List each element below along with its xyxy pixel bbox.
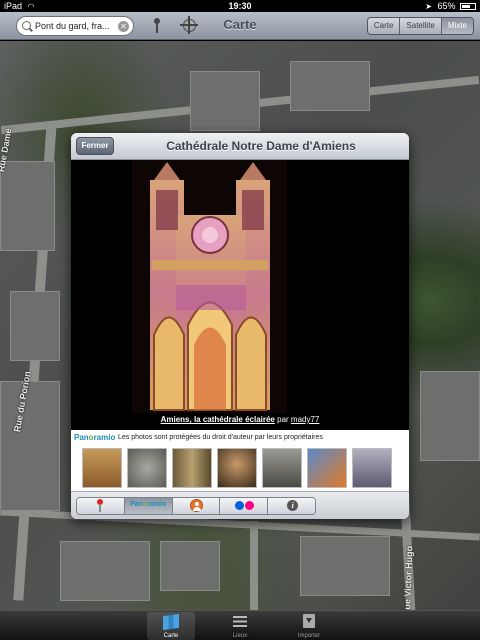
map-building xyxy=(10,291,60,361)
battery-icon xyxy=(460,3,476,11)
photo-thumbnail[interactable] xyxy=(172,448,212,488)
bottom-tab-bar: Carte Lieux Importer xyxy=(0,610,480,640)
map-building xyxy=(160,541,220,591)
tab-label: Importer xyxy=(297,633,321,639)
tab-flickr[interactable] xyxy=(220,498,269,514)
search-icon xyxy=(22,21,31,30)
cathedral-photo[interactable] xyxy=(132,160,287,413)
map-type-satellite[interactable]: Satellite xyxy=(400,18,442,34)
map-building xyxy=(0,381,60,511)
map-building xyxy=(290,61,370,111)
tab-panoramio[interactable]: Panoramio xyxy=(124,498,173,514)
clear-search-icon[interactable]: ✕ xyxy=(118,21,129,32)
person-icon xyxy=(189,499,203,512)
import-icon xyxy=(303,614,315,628)
tab-map-pin[interactable] xyxy=(77,498,125,514)
tab-person[interactable] xyxy=(172,498,221,514)
panoramio-notice: Panoramio Les photos sont protégées du d… xyxy=(71,430,409,445)
photo-thumbnail[interactable] xyxy=(217,448,257,488)
map-building xyxy=(0,161,55,251)
page-title: Carte xyxy=(223,17,257,32)
panoramio-logo[interactable]: Panoramio xyxy=(74,430,115,445)
map-building xyxy=(60,541,150,601)
list-icon xyxy=(233,616,247,627)
drop-pin-button[interactable] xyxy=(152,18,162,34)
popup-title: Cathédrale Notre Dame d'Amiens xyxy=(166,139,356,153)
flickr-icon xyxy=(235,501,255,511)
status-time: 19:30 xyxy=(228,1,252,11)
search-value: Pont du gard, fra... xyxy=(35,21,110,31)
tab-label: Lieux xyxy=(232,633,248,639)
photo-thumbnail[interactable] xyxy=(127,448,167,488)
map-type-selector: Carte Satellite Mixte xyxy=(366,17,474,35)
search-input[interactable]: Pont du gard, fra... ✕ xyxy=(16,16,134,36)
popup-header: Fermer Cathédrale Notre Dame d'Amiens xyxy=(71,133,409,160)
photo-thumbnail[interactable] xyxy=(82,448,122,488)
close-button[interactable]: Fermer xyxy=(76,137,114,155)
photo-thumbnail[interactable] xyxy=(307,448,347,488)
tab-label: Carte xyxy=(163,633,179,639)
map-type-mixte[interactable]: Mixte xyxy=(441,18,473,34)
tab-info[interactable]: i xyxy=(268,498,315,514)
map-pin-icon xyxy=(96,499,104,512)
photo-thumbnails xyxy=(82,448,402,490)
popup-tab-bar: Panoramio i xyxy=(71,491,409,519)
map-building xyxy=(420,371,480,461)
status-bar: iPad ◠ 19:30 ➤ 65% xyxy=(0,0,480,12)
tab-lieux[interactable]: Lieux xyxy=(216,612,264,640)
battery-percent: 65% xyxy=(437,1,456,11)
panoramio-tab-logo: Panoramio xyxy=(130,501,167,508)
map-toolbar: Pont du gard, fra... ✕ Carte Carte Satel… xyxy=(0,12,480,40)
map-building xyxy=(190,71,260,131)
map-road xyxy=(250,521,258,610)
photo-caption: Amiens, la cathédrale éclairée par mady7… xyxy=(71,415,409,424)
photo-viewer: Amiens, la cathédrale éclairée par mady7… xyxy=(71,160,409,430)
locate-me-button[interactable] xyxy=(180,16,198,34)
caption-by: par xyxy=(277,415,289,424)
tab-importer[interactable]: Importer xyxy=(285,612,333,640)
photo-thumbnail[interactable] xyxy=(352,448,392,488)
photo-title-link[interactable]: Amiens, la cathédrale éclairée xyxy=(161,415,275,424)
tab-carte[interactable]: Carte xyxy=(147,612,195,640)
map-building xyxy=(300,536,390,596)
map-type-carte[interactable]: Carte xyxy=(367,18,401,34)
copyright-notice: Les photos sont protégées du droit d'aut… xyxy=(118,434,323,441)
map-icon xyxy=(163,613,179,631)
info-icon: i xyxy=(287,500,299,511)
photo-thumbnail[interactable] xyxy=(262,448,302,488)
photo-author-link[interactable]: mady77 xyxy=(291,415,319,424)
place-popup: Fermer Cathédrale Notre Dame d'Amiens Am… xyxy=(71,133,409,519)
